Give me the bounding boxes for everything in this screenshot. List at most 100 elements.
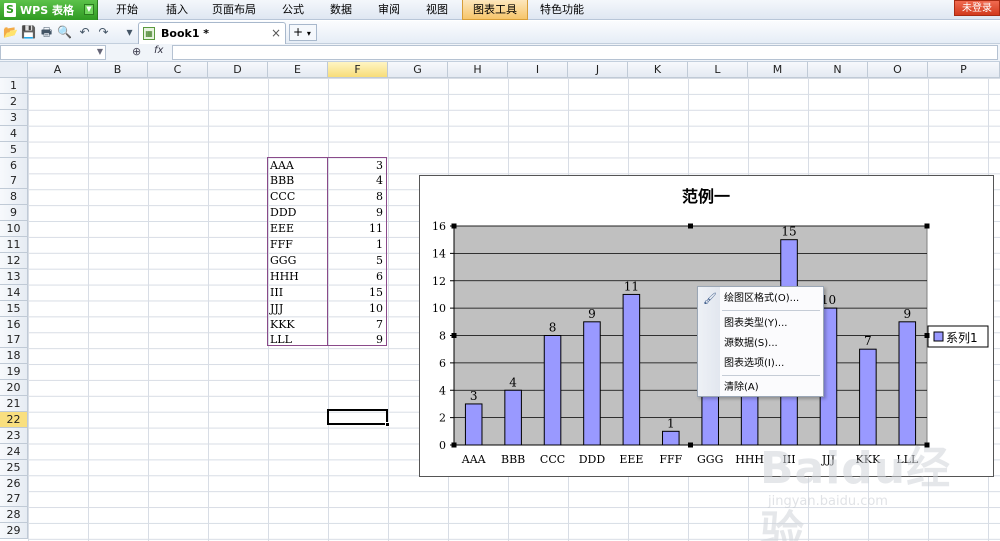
formula-input[interactable] bbox=[172, 45, 998, 60]
row-header[interactable]: 25 bbox=[0, 459, 28, 476]
selection-handle[interactable] bbox=[924, 223, 930, 229]
fill-handle[interactable] bbox=[385, 422, 390, 427]
cell-label[interactable]: FFF bbox=[268, 237, 326, 253]
close-tab-icon[interactable]: × bbox=[271, 26, 281, 40]
cell-label[interactable]: JJJ bbox=[268, 301, 326, 317]
row-header[interactable]: 11 bbox=[0, 237, 28, 253]
context-menu-item[interactable]: 源数据(S)... bbox=[724, 335, 778, 352]
selection-handle[interactable] bbox=[451, 223, 457, 229]
context-menu-item[interactable]: 图表类型(Y)... bbox=[724, 315, 787, 332]
menu-item[interactable]: 视图 bbox=[422, 0, 452, 20]
document-tab[interactable]: ▦ Book1 * × bbox=[138, 22, 286, 44]
cell-label[interactable]: AAA bbox=[268, 158, 326, 174]
column-header[interactable]: O bbox=[868, 62, 928, 78]
row-header[interactable]: 2 bbox=[0, 93, 28, 110]
column-header[interactable]: K bbox=[628, 62, 688, 78]
context-menu-item[interactable]: 清除(A) bbox=[724, 379, 759, 396]
menu-item[interactable]: 插入 bbox=[162, 0, 192, 20]
column-header[interactable]: J bbox=[568, 62, 628, 78]
row-header[interactable]: 9 bbox=[0, 205, 28, 222]
selection-handle[interactable] bbox=[688, 442, 693, 448]
cell-label[interactable]: BBB bbox=[268, 173, 326, 189]
row-header[interactable]: 29 bbox=[0, 523, 28, 540]
cell-value[interactable]: 9 bbox=[328, 205, 386, 221]
column-header[interactable]: N bbox=[808, 62, 868, 78]
column-header[interactable]: A bbox=[28, 62, 88, 78]
row-header[interactable]: 6 bbox=[0, 157, 28, 174]
cell-label[interactable]: GGG bbox=[268, 253, 326, 269]
customize-icon[interactable]: ▾ bbox=[122, 25, 137, 40]
row-header[interactable]: 27 bbox=[0, 491, 28, 508]
cell-value[interactable]: 7 bbox=[328, 317, 386, 333]
column-header[interactable]: E bbox=[268, 62, 328, 78]
column-header[interactable]: L bbox=[688, 62, 748, 78]
app-dropdown-icon[interactable]: ▼ bbox=[84, 4, 94, 15]
selection-handle[interactable] bbox=[451, 333, 457, 338]
column-header[interactable]: H bbox=[448, 62, 508, 78]
selection-handle[interactable] bbox=[451, 442, 457, 448]
zoom-icon[interactable]: ⊕ bbox=[132, 45, 141, 58]
row-header[interactable]: 12 bbox=[0, 252, 28, 269]
context-menu-item[interactable]: 绘图区格式(O)... bbox=[724, 290, 799, 307]
row-header[interactable]: 8 bbox=[0, 189, 28, 206]
print-icon[interactable]: 🖶 bbox=[39, 25, 54, 40]
selection-handle[interactable] bbox=[688, 223, 693, 229]
row-header[interactable]: 23 bbox=[0, 427, 28, 444]
selection-handle[interactable] bbox=[924, 333, 930, 338]
column-header[interactable]: C bbox=[148, 62, 208, 78]
row-header[interactable]: 22 bbox=[0, 411, 28, 428]
column-header[interactable]: I bbox=[508, 62, 568, 78]
cell-value[interactable]: 1 bbox=[328, 237, 386, 253]
menu-item[interactable]: 数据 bbox=[326, 0, 356, 20]
menu-item[interactable]: 图表工具 bbox=[462, 0, 528, 20]
column-header[interactable]: F bbox=[328, 62, 388, 78]
name-box[interactable]: ▼ bbox=[0, 45, 106, 60]
cell-value[interactable]: 6 bbox=[328, 269, 386, 285]
cell-value[interactable]: 3 bbox=[328, 158, 386, 174]
row-header[interactable]: 7 bbox=[0, 173, 28, 190]
column-header[interactable]: P bbox=[928, 62, 1000, 78]
cell-value[interactable]: 5 bbox=[328, 253, 386, 269]
cell-value[interactable]: 8 bbox=[328, 189, 386, 205]
cell-label[interactable]: HHH bbox=[268, 269, 326, 285]
menu-item[interactable]: 特色功能 bbox=[536, 0, 588, 20]
cell-label[interactable]: LLL bbox=[268, 332, 326, 348]
row-header[interactable]: 5 bbox=[0, 141, 28, 158]
row-header[interactable]: 13 bbox=[0, 268, 28, 285]
save-icon[interactable]: 💾 bbox=[21, 25, 36, 40]
fx-icon[interactable]: fx bbox=[154, 45, 163, 56]
redo-icon[interactable]: ↷ bbox=[96, 25, 111, 40]
cell-label[interactable]: EEE bbox=[268, 221, 326, 237]
select-all-corner[interactable] bbox=[0, 62, 28, 78]
row-header[interactable]: 14 bbox=[0, 284, 28, 301]
column-header[interactable]: G bbox=[388, 62, 448, 78]
cell-value[interactable]: 11 bbox=[328, 221, 386, 237]
row-header[interactable]: 10 bbox=[0, 221, 28, 238]
column-header[interactable]: D bbox=[208, 62, 268, 78]
cell-value[interactable]: 9 bbox=[328, 332, 386, 348]
cell-label[interactable]: KKK bbox=[268, 317, 326, 333]
column-header[interactable]: M bbox=[748, 62, 808, 78]
row-header[interactable]: 24 bbox=[0, 443, 28, 460]
row-header[interactable]: 17 bbox=[0, 332, 28, 349]
row-header[interactable]: 1 bbox=[0, 78, 28, 94]
column-header[interactable]: B bbox=[88, 62, 148, 78]
menu-item[interactable]: 页面布局 bbox=[210, 0, 258, 20]
row-header[interactable]: 21 bbox=[0, 396, 28, 412]
row-header[interactable]: 3 bbox=[0, 109, 28, 126]
row-header[interactable]: 15 bbox=[0, 300, 28, 317]
cell-value[interactable]: 15 bbox=[328, 285, 386, 301]
cell-value[interactable]: 10 bbox=[328, 301, 386, 317]
menu-item[interactable]: 审阅 bbox=[374, 0, 404, 20]
print-preview-icon[interactable]: 🔍 bbox=[57, 25, 72, 40]
row-header[interactable]: 18 bbox=[0, 348, 28, 365]
row-header[interactable]: 26 bbox=[0, 475, 28, 492]
login-button[interactable]: 未登录 bbox=[954, 0, 1000, 16]
row-header[interactable]: 28 bbox=[0, 507, 28, 524]
selected-cell[interactable] bbox=[327, 409, 390, 427]
cell-label[interactable]: CCC bbox=[268, 189, 326, 205]
open-folder-icon[interactable]: 📂 bbox=[3, 25, 18, 40]
row-header[interactable]: 4 bbox=[0, 125, 28, 142]
cell-label[interactable]: DDD bbox=[268, 205, 326, 221]
menu-item[interactable]: 开始 bbox=[112, 0, 142, 20]
